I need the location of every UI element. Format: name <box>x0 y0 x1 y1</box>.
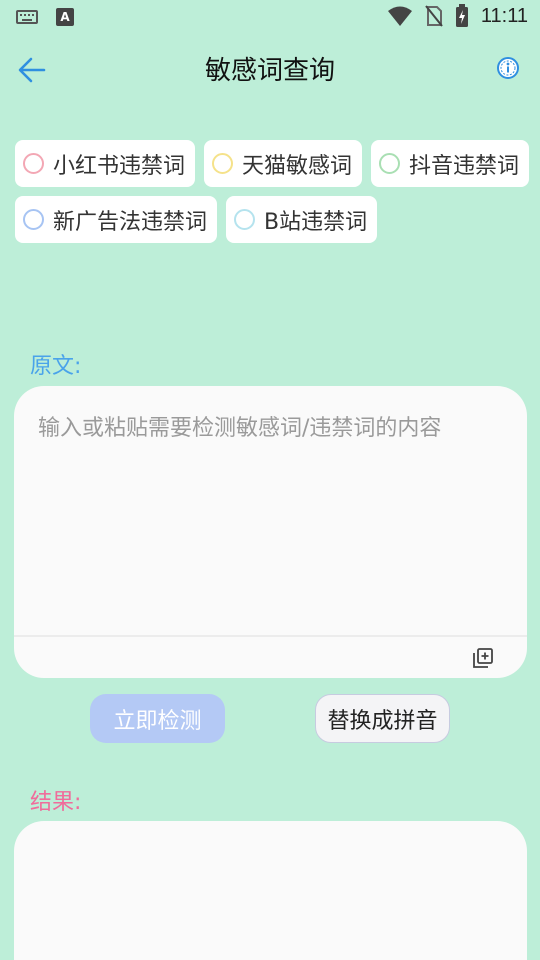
category-label: B站违禁词 <box>264 209 368 235</box>
status-time: 11:11 <box>480 4 528 27</box>
source-label: 原文: <box>30 354 82 379</box>
a-notification-icon: A <box>56 8 74 26</box>
radio-icon <box>379 153 401 174</box>
status-bar-right: 11:11 <box>387 4 528 28</box>
battery-icon <box>455 4 468 27</box>
radio-icon <box>23 153 44 174</box>
category-options: 小红书违禁词 天猫敏感词 抖音违禁词 新广告法违禁词 B站违禁词 <box>15 140 535 243</box>
status-bar-left: A <box>16 8 74 26</box>
detect-button[interactable]: 立即检测 <box>90 694 225 743</box>
category-label: 新广告法违禁词 <box>53 209 208 235</box>
keyboard-icon <box>16 10 38 24</box>
category-tmall[interactable]: 天猫敏感词 <box>204 140 363 187</box>
info-button[interactable] <box>496 56 520 80</box>
category-advertising-law[interactable]: 新广告法违禁词 <box>15 196 218 243</box>
replace-pinyin-button[interactable]: 替换成拼音 <box>315 694 450 743</box>
no-sim-icon <box>425 5 443 27</box>
page-title: 敏感词查询 <box>204 56 335 86</box>
source-text-input[interactable] <box>38 410 507 630</box>
wifi-icon <box>387 6 412 26</box>
radio-icon <box>23 209 44 230</box>
app-header: 敏感词查询 <box>0 36 540 100</box>
category-bilibili[interactable]: B站违禁词 <box>226 196 378 243</box>
radio-icon <box>234 209 256 230</box>
paste-button[interactable] <box>471 646 495 670</box>
category-label: 天猫敏感词 <box>242 153 353 179</box>
divider <box>14 635 527 637</box>
category-xiaohongshu[interactable]: 小红书违禁词 <box>15 140 196 187</box>
category-label: 抖音违禁词 <box>409 153 520 179</box>
category-douyin[interactable]: 抖音违禁词 <box>371 140 530 187</box>
category-label: 小红书违禁词 <box>53 153 186 179</box>
result-label: 结果: <box>30 790 82 815</box>
source-input-card <box>14 386 527 678</box>
result-output-card <box>14 821 527 960</box>
status-bar: A 11:11 <box>0 0 540 36</box>
radio-icon <box>212 153 234 174</box>
info-icon <box>497 57 519 79</box>
copy-add-icon <box>473 648 493 668</box>
